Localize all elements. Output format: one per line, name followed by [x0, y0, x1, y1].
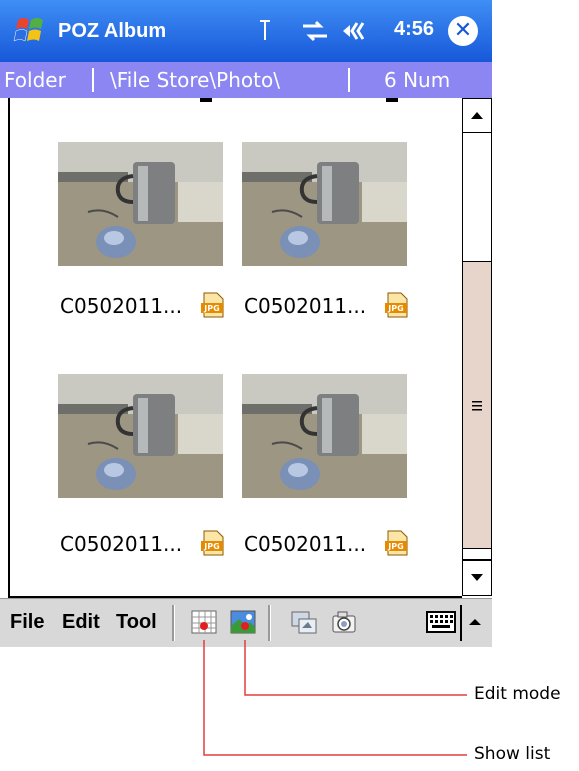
callout-show-list: Show list [474, 744, 551, 764]
callout-lines [203, 640, 467, 756]
callout-edit-mode: Edit mode [474, 684, 561, 704]
